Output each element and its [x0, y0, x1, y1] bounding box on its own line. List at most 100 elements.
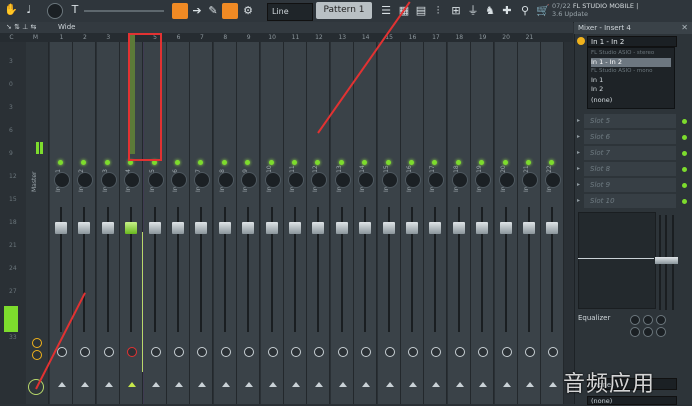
insert-pan-knob[interactable]	[124, 172, 141, 188]
insert-strip[interactable]: Insert 21	[518, 42, 541, 404]
slot-enable-led[interactable]	[682, 199, 687, 204]
insert-fader[interactable]	[359, 222, 372, 234]
insert-stereo-knob[interactable]	[337, 347, 348, 357]
insert-pan-knob[interactable]	[288, 172, 304, 188]
metronome-icon[interactable]: ♩	[22, 3, 36, 17]
insert-fader[interactable]	[172, 222, 184, 234]
dropdown-item-in1-in2[interactable]: In 1 - In 2	[591, 58, 671, 67]
eq-knob[interactable]	[643, 315, 653, 325]
insert-stereo-knob[interactable]	[314, 347, 325, 357]
insert-pan-knob[interactable]	[311, 172, 328, 188]
effect-slot[interactable]: Slot 5	[584, 114, 676, 128]
insert-stereo-knob[interactable]	[384, 347, 395, 357]
insert-stereo-knob[interactable]	[361, 347, 372, 357]
insert-stereo-knob[interactable]	[431, 347, 442, 357]
slot-enable-led[interactable]	[682, 151, 687, 156]
insert-fader[interactable]	[289, 222, 301, 234]
insert-pan-knob[interactable]	[545, 172, 562, 188]
slot-arrow-icon[interactable]: ▸	[577, 181, 580, 188]
send-arrow-icon[interactable]	[338, 382, 347, 387]
send-arrow-icon[interactable]	[549, 382, 558, 387]
insert-fader[interactable]	[125, 222, 138, 234]
send-arrow-icon[interactable]	[479, 382, 488, 387]
shop-icon[interactable]: 🛒	[536, 4, 550, 18]
insert-strip[interactable]: Insert 8	[213, 42, 237, 404]
send-arrow-icon[interactable]	[151, 382, 160, 387]
dropdown-item-in2[interactable]: In 2	[591, 85, 671, 94]
insert-pan-knob[interactable]	[77, 172, 94, 188]
insert-pan-fader[interactable]	[668, 215, 678, 310]
insert-enable-led[interactable]	[338, 160, 344, 165]
insert-enable-led[interactable]	[526, 160, 531, 165]
insert-enable-led[interactable]	[175, 160, 180, 165]
insert-pan-knob[interactable]	[171, 172, 187, 188]
insert-fader[interactable]	[242, 222, 255, 234]
insert-pan-knob[interactable]	[54, 172, 70, 188]
channel-rack-icon[interactable]: ▤	[414, 4, 428, 18]
send-arrow-icon[interactable]	[268, 382, 277, 387]
insert-stereo-knob[interactable]	[454, 347, 465, 357]
hand-icon[interactable]: ✋	[4, 3, 18, 17]
insert-pan-knob[interactable]	[428, 172, 445, 188]
insert-stereo-knob[interactable]	[291, 347, 301, 357]
insert-strip[interactable]: Insert 9	[237, 42, 261, 404]
insert-enable-led[interactable]	[58, 160, 63, 165]
insert-stereo-knob[interactable]	[267, 347, 278, 357]
insert-stereo-knob[interactable]	[103, 347, 114, 357]
send-arrow-icon[interactable]	[455, 382, 464, 387]
eq-knob[interactable]	[656, 327, 666, 337]
insert-stereo-knob[interactable]	[174, 347, 184, 357]
insert-fader[interactable]	[382, 222, 395, 234]
insert-strip[interactable]: Insert 17	[424, 42, 448, 404]
insert-fader[interactable]	[148, 222, 161, 234]
insert-fader[interactable]	[101, 222, 114, 234]
send-arrow-icon[interactable]	[432, 382, 441, 387]
insert-pan-knob[interactable]	[100, 172, 117, 188]
send-arrow-icon[interactable]	[245, 382, 254, 387]
fader-cap[interactable]	[661, 257, 671, 264]
insert-pan-knob[interactable]	[522, 172, 538, 188]
insert-fader[interactable]	[546, 222, 559, 234]
insert-pan-knob[interactable]	[451, 172, 468, 188]
insert-fader[interactable]	[265, 222, 278, 234]
master-strip[interactable]: Master	[26, 42, 49, 404]
send-arrow-icon[interactable]	[104, 382, 113, 387]
send-arrow-icon[interactable]	[81, 382, 90, 387]
eq-knob[interactable]	[630, 327, 640, 337]
pattern-selector[interactable]: Pattern 1	[316, 2, 372, 19]
insert-strip[interactable]: Insert 15	[377, 42, 401, 404]
insert-strip[interactable]: Insert 16	[401, 42, 424, 404]
insert-stereo-knob[interactable]	[197, 347, 208, 357]
send-arrow-icon[interactable]	[385, 382, 394, 387]
dropdown-item-in1[interactable]: In 1	[591, 76, 671, 85]
close-icon[interactable]: ✕	[681, 22, 688, 34]
insert-strip[interactable]: Insert 19	[471, 42, 495, 404]
slot-arrow-icon[interactable]: ▸	[577, 197, 580, 204]
insert-strip[interactable]: Insert 3	[96, 42, 120, 404]
paint-icon[interactable]: ✎	[206, 4, 220, 18]
master-pan-knob[interactable]	[32, 338, 42, 348]
insert-enable-led[interactable]	[268, 160, 274, 165]
help-icon[interactable]: ✚	[500, 4, 514, 18]
slot-enable-led[interactable]	[682, 135, 687, 140]
master-stereo-knob[interactable]	[32, 350, 42, 360]
send-arrow-icon[interactable]	[502, 382, 511, 387]
effect-slot[interactable]: Slot 6	[584, 130, 676, 144]
insert-fader[interactable]	[195, 222, 208, 234]
slot-enable-led[interactable]	[682, 119, 687, 124]
slot-enable-led[interactable]	[682, 167, 687, 172]
mixer-icon[interactable]: ⫶	[431, 4, 445, 18]
insert-strip[interactable]: Insert 20	[494, 42, 518, 404]
insert-strip[interactable]: Insert 12	[307, 42, 331, 404]
link-button[interactable]	[222, 3, 238, 19]
tempo-icon[interactable]: ⚲	[518, 4, 532, 18]
insert-pan-knob[interactable]	[194, 172, 211, 188]
snap-button[interactable]	[172, 3, 188, 19]
insert-pan-knob[interactable]	[498, 172, 515, 188]
insert-stereo-knob[interactable]	[478, 347, 489, 357]
insert-fader[interactable]	[476, 222, 489, 234]
send-arrow-icon[interactable]	[315, 382, 324, 387]
stamp-icon[interactable]: ⚙	[241, 4, 255, 18]
audio-input-select[interactable]: In 1 - In 2	[587, 36, 677, 47]
insert-stereo-knob[interactable]	[150, 347, 161, 357]
